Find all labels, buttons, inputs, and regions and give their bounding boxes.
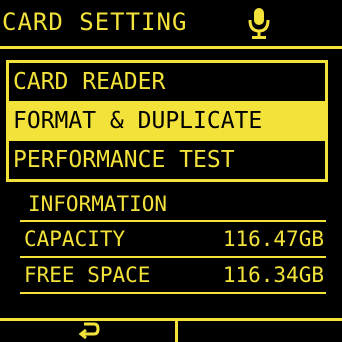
menu-item-card-reader[interactable]: CARD READER (9, 63, 325, 101)
free-space-label: FREE SPACE (24, 263, 151, 287)
free-space-row: FREE SPACE 116.34GB (20, 258, 326, 292)
header-divider (0, 46, 342, 49)
return-arrow-icon[interactable] (78, 322, 100, 340)
header: CARD SETTING (0, 0, 342, 46)
page-title: CARD SETTING (2, 8, 188, 36)
capacity-value: 116.47GB (222, 227, 324, 251)
device-screen: CARD SETTING CARD READER FORMAT & DUPLIC… (0, 0, 342, 342)
free-space-value: 116.34GB (222, 263, 324, 287)
card-menu: CARD READER FORMAT & DUPLICATE PERFORMAN… (6, 60, 328, 182)
microphone-icon[interactable] (247, 7, 271, 41)
capacity-row: CAPACITY 116.47GB (20, 222, 326, 256)
information-heading: INFORMATION (28, 192, 168, 216)
menu-item-format-duplicate[interactable]: FORMAT & DUPLICATE (9, 101, 325, 141)
footer-bar (0, 318, 342, 342)
footer-divider (0, 318, 342, 321)
menu-item-performance-test[interactable]: PERFORMANCE TEST (9, 141, 325, 179)
capacity-label: CAPACITY (24, 227, 126, 251)
info-divider (20, 292, 326, 294)
footer-separator (175, 321, 178, 342)
